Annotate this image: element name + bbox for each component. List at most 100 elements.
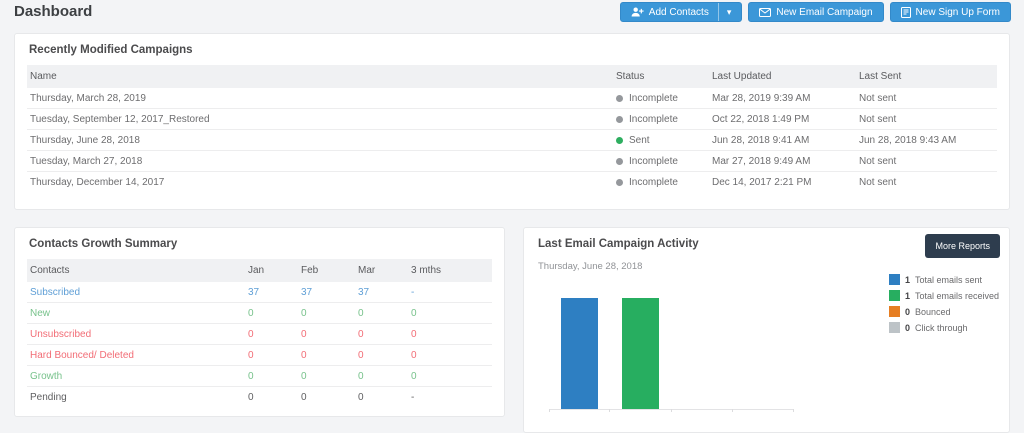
growth-value-feb[interactable]: 0 — [301, 350, 358, 361]
chart-slot — [672, 299, 734, 412]
growth-row-label-link[interactable]: Subscribed — [27, 287, 248, 298]
campaign-last-sent: Jun 28, 2018 9:43 AM — [859, 134, 957, 146]
table-row: Hard Bounced/ Deleted 0 0 0 0 — [27, 345, 492, 366]
table-row: Pending 0 0 0 - — [27, 387, 492, 408]
campaign-last-updated: Mar 27, 2018 9:49 AM — [712, 155, 811, 167]
legend-label: Click through — [914, 322, 968, 333]
status-label: Sent — [629, 134, 650, 146]
growth-value-3mths[interactable]: - — [411, 287, 492, 298]
more-reports-button[interactable]: More Reports — [925, 234, 1000, 258]
status-label: Incomplete — [629, 92, 678, 104]
campaigns-table-header: Name Status Last Updated Last Sent — [27, 65, 997, 88]
table-row: Unsubscribed 0 0 0 0 — [27, 324, 492, 345]
column-header-last-sent: Last Sent — [859, 71, 902, 82]
growth-value-mar[interactable]: 0 — [358, 371, 411, 382]
growth-value-jan[interactable]: 0 — [248, 392, 301, 403]
legend-value: 1 — [904, 274, 910, 285]
status-dot-icon — [616, 94, 623, 102]
legend-value: 0 — [904, 322, 910, 333]
form-icon — [900, 6, 911, 18]
growth-row-label-link[interactable]: Growth — [27, 371, 248, 382]
growth-value-jan[interactable]: 0 — [248, 371, 301, 382]
campaign-name-link[interactable]: Tuesday, March 27, 2018 — [27, 156, 616, 167]
bar-total-emails-received — [622, 298, 660, 409]
table-row: Subscribed 37 37 37 - — [27, 282, 492, 303]
new-email-campaign-button[interactable]: New Email Campaign — [748, 2, 884, 22]
campaign-last-sent: Not sent — [859, 155, 897, 167]
column-header-last-updated: Last Updated — [712, 71, 772, 82]
legend-label: Total emails sent — [914, 274, 982, 285]
growth-value-mar[interactable]: 0 — [358, 392, 411, 403]
growth-row-label-link[interactable]: Pending — [27, 392, 248, 403]
status-dot-icon — [616, 157, 623, 165]
campaign-last-updated: Mar 28, 2019 9:39 AM — [712, 92, 811, 104]
campaign-last-sent: Not sent — [859, 113, 897, 125]
recently-modified-campaigns-card: Recently Modified Campaigns Name Status … — [14, 33, 1010, 210]
new-sign-up-form-label: New Sign Up Form — [915, 6, 1000, 18]
bar-total-emails-sent — [561, 298, 599, 409]
status-badge: Incomplete — [616, 93, 712, 104]
growth-value-3mths[interactable]: 0 — [411, 329, 492, 340]
growth-value-feb[interactable]: 37 — [301, 287, 358, 298]
legend-item: 1 Total emails sent — [888, 274, 999, 285]
table-row: Thursday, December 14, 2017 Incomplete D… — [27, 172, 997, 193]
campaign-name-link[interactable]: Tuesday, September 12, 2017_Restored — [27, 114, 616, 125]
legend-swatch-icon — [888, 322, 900, 333]
growth-value-mar[interactable]: 0 — [358, 350, 411, 361]
status-badge: Incomplete — [616, 156, 712, 167]
status-label: Incomplete — [629, 177, 678, 188]
growth-row-label-link[interactable]: New — [27, 308, 248, 319]
chart-slot — [733, 299, 795, 412]
table-row: Thursday, March 28, 2019 Incomplete Mar … — [27, 88, 997, 109]
growth-value-jan[interactable]: 0 — [248, 350, 301, 361]
legend-item: 0 Bounced — [888, 306, 999, 317]
growth-value-feb[interactable]: 0 — [301, 329, 358, 340]
growth-value-feb[interactable]: 0 — [301, 308, 358, 319]
growth-value-3mths[interactable]: 0 — [411, 371, 492, 382]
campaign-name-link[interactable]: Thursday, June 28, 2018 — [27, 135, 616, 146]
legend-item: 1 Total emails received — [888, 290, 999, 301]
growth-value-mar[interactable]: 0 — [358, 308, 411, 319]
campaign-last-sent: Not sent — [859, 177, 897, 188]
campaign-name-link[interactable]: Thursday, December 14, 2017 — [27, 177, 616, 188]
campaigns-card-title: Recently Modified Campaigns — [29, 44, 193, 56]
legend-item: 0 Click through — [888, 322, 999, 333]
new-sign-up-form-button[interactable]: New Sign Up Form — [889, 2, 1011, 22]
campaign-last-updated: Dec 14, 2017 2:21 PM — [712, 177, 812, 188]
contacts-growth-summary-card: Contacts Growth Summary Contacts Jan Feb… — [14, 227, 505, 417]
growth-row-label-link[interactable]: Hard Bounced/ Deleted — [27, 350, 248, 361]
chart-slot — [549, 298, 611, 412]
legend-value: 0 — [904, 306, 910, 317]
campaign-activity-chart — [549, 298, 795, 412]
topbar: Dashboard Add Contacts ▾ New Email Campa… — [0, 0, 1024, 28]
campaign-name-link[interactable]: Thursday, March 28, 2019 — [27, 93, 616, 104]
growth-value-3mths[interactable]: - — [411, 392, 492, 403]
column-header-contacts: Contacts — [30, 265, 70, 276]
growth-card-title: Contacts Growth Summary — [29, 238, 178, 250]
new-email-campaign-label: New Email Campaign — [776, 6, 873, 18]
growth-value-jan[interactable]: 0 — [248, 329, 301, 340]
growth-value-feb[interactable]: 0 — [301, 371, 358, 382]
add-contact-icon — [631, 7, 644, 17]
column-header-feb: Feb — [301, 265, 319, 276]
status-badge: Incomplete — [616, 177, 712, 188]
add-contacts-button[interactable]: Add Contacts ▾ — [619, 2, 743, 22]
campaign-last-sent: Not sent — [859, 92, 897, 104]
growth-value-jan[interactable]: 0 — [248, 308, 301, 319]
table-row: Tuesday, September 12, 2017_Restored Inc… — [27, 109, 997, 130]
legend-swatch-icon — [888, 290, 900, 301]
chevron-down-icon[interactable]: ▾ — [717, 3, 731, 21]
header-actions: Add Contacts ▾ New Email Campaign New Si… — [619, 2, 1011, 22]
legend-swatch-icon — [888, 274, 900, 285]
growth-row-label-link[interactable]: Unsubscribed — [27, 329, 248, 340]
growth-value-mar[interactable]: 0 — [358, 329, 411, 340]
growth-value-feb[interactable]: 0 — [301, 392, 358, 403]
growth-value-jan[interactable]: 37 — [248, 287, 301, 298]
table-row: Thursday, June 28, 2018 Sent Jun 28, 201… — [27, 130, 997, 151]
table-row: New 0 0 0 0 — [27, 303, 492, 324]
growth-value-3mths[interactable]: 0 — [411, 308, 492, 319]
legend-swatch-icon — [888, 306, 900, 317]
growth-value-mar[interactable]: 37 — [358, 287, 411, 298]
growth-table-body: Subscribed 37 37 37 - New 0 0 0 0 Unsubs… — [27, 282, 492, 408]
growth-value-3mths[interactable]: 0 — [411, 350, 492, 361]
